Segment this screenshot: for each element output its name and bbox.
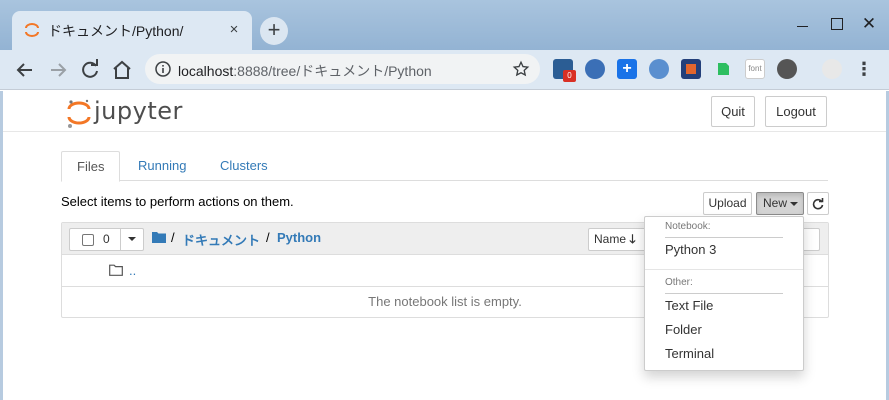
breadcrumb-separator: / (266, 230, 270, 245)
select-all-group: 0 (69, 228, 144, 251)
breadcrumb-python[interactable]: Python (277, 230, 321, 245)
info-icon[interactable] (155, 61, 171, 77)
browser-tab[interactable]: ドキュメント/Python/ × (12, 11, 252, 50)
refresh-button[interactable] (807, 192, 829, 215)
profile-avatar-icon[interactable] (822, 59, 842, 79)
folder-outline-icon (109, 264, 123, 276)
forward-arrow-icon[interactable] (46, 58, 70, 82)
jupyter-tabs: Files Running Clusters (61, 151, 828, 182)
new-dropdown-button[interactable]: New (756, 192, 804, 215)
tab-title: ドキュメント/Python/ (48, 23, 184, 39)
home-icon[interactable] (110, 58, 134, 82)
extension-badge: 0 (563, 70, 576, 82)
menu-item-python3[interactable]: Python 3 (665, 242, 716, 257)
notebook-section-header: Notebook: (665, 221, 711, 232)
extension-share-icon[interactable] (585, 59, 605, 79)
sort-arrow-down-icon: 🡓 (629, 232, 636, 246)
jupyter-wordmark: jupyter (94, 97, 183, 125)
breadcrumb-documents[interactable]: ドキュメント (182, 230, 260, 249)
breadcrumb-separator: / (171, 230, 175, 245)
menu-divider (645, 269, 803, 270)
url-host: localhost (178, 63, 234, 79)
menu-item-text-file[interactable]: Text File (665, 298, 713, 313)
maximize-window-button[interactable] (825, 12, 849, 36)
select-all-checkbox[interactable] (82, 234, 94, 246)
minimize-window-button[interactable] (791, 12, 815, 36)
selection-hint: Select items to perform actions on them. (61, 194, 294, 209)
evernote-icon[interactable] (713, 59, 733, 79)
logout-button[interactable]: Logout (765, 96, 827, 127)
browser-menu-icon[interactable]: ⋮ (855, 59, 873, 79)
window-frame-left (0, 91, 3, 400)
other-section-header: Other: (665, 277, 693, 288)
sort-label: Name (594, 232, 627, 246)
folder-icon[interactable] (152, 231, 166, 243)
caret-down-icon (790, 201, 799, 206)
sort-by-name-button[interactable]: Name 🡓 (588, 228, 647, 251)
tab-running[interactable]: Running (123, 151, 201, 181)
selected-count: 0 (103, 232, 110, 246)
select-menu-dropdown[interactable] (120, 228, 144, 251)
new-button-label: New (763, 196, 788, 210)
jupyter-header: jupyter Quit Logout (3, 91, 886, 132)
extension-font-icon[interactable]: font (745, 59, 765, 79)
jupyter-favicon-icon (25, 23, 39, 37)
back-arrow-icon[interactable] (13, 58, 37, 82)
extension-line-icon[interactable] (777, 59, 797, 79)
quit-button[interactable]: Quit (711, 96, 755, 127)
url-path: :8888/tree/ドキュメント/Python (233, 63, 432, 79)
menu-divider (665, 293, 783, 294)
address-bar[interactable]: localhost:8888/tree/ドキュメント/Python (145, 54, 540, 84)
new-dropdown-menu: Notebook: Python 3 Other: Text File Fold… (644, 216, 804, 371)
menu-item-folder[interactable]: Folder (665, 322, 702, 337)
extension-globe-icon[interactable] (649, 59, 669, 79)
tab-clusters[interactable]: Clusters (205, 151, 283, 181)
tab-close-icon[interactable]: × (224, 20, 244, 40)
jupyter-logo[interactable]: jupyter (66, 96, 182, 130)
browser-toolbar: localhost:8888/tree/ドキュメント/Python + font… (0, 50, 889, 90)
menu-divider (665, 237, 783, 238)
upload-button[interactable]: Upload (703, 192, 752, 215)
tab-files[interactable]: Files (61, 151, 121, 182)
refresh-icon (812, 198, 824, 210)
new-tab-button[interactable]: + (260, 17, 288, 45)
bookmark-star-icon[interactable] (512, 60, 530, 78)
url-text[interactable]: localhost:8888/tree/ドキュメント/Python (178, 61, 432, 81)
caret-down-icon (128, 237, 136, 241)
parent-directory-link[interactable]: .. (129, 263, 136, 278)
extension-plus-icon[interactable]: + (617, 59, 637, 79)
reload-icon[interactable] (78, 58, 102, 82)
menu-item-terminal[interactable]: Terminal (665, 346, 714, 361)
close-window-button[interactable]: ✕ (857, 12, 881, 36)
browser-titlebar: ドキュメント/Python/ × + ✕ (0, 0, 889, 50)
extension-translate-icon[interactable] (681, 59, 701, 79)
jupyter-logo-icon (67, 99, 91, 128)
